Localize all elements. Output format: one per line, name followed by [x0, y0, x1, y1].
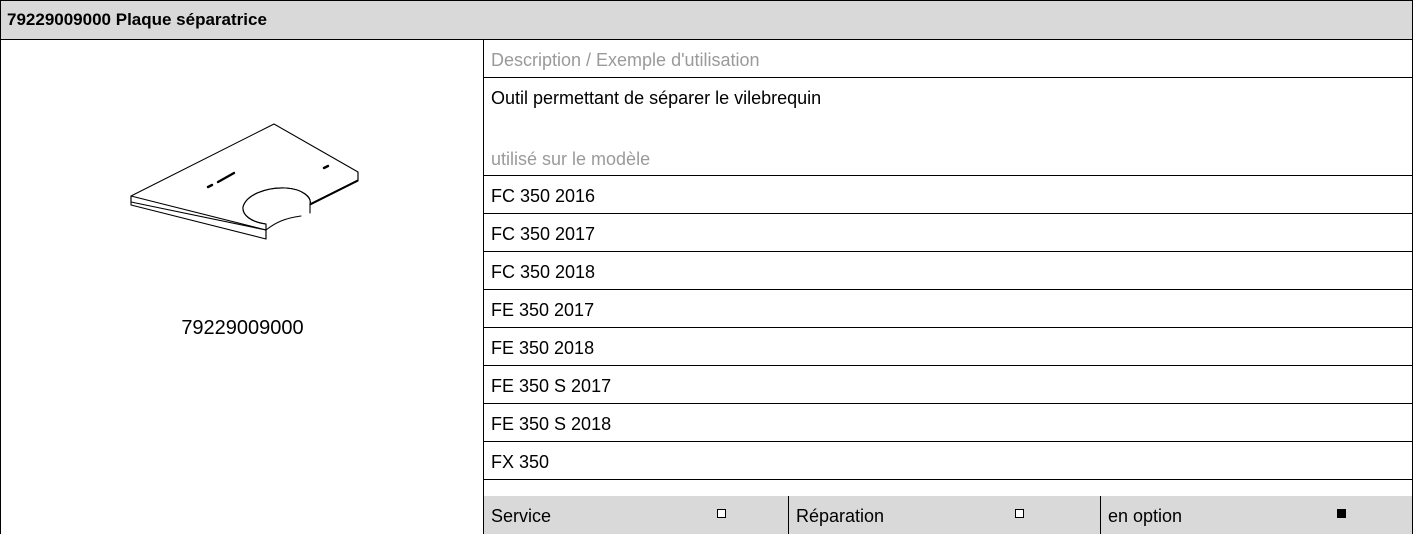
category-service-label: Service — [491, 506, 552, 526]
title-bar: 79229009000 Plaque séparatrice — [1, 0, 1412, 40]
description-heading: Description / Exemple d'utilisation — [491, 50, 760, 70]
category-optional-checkbox — [1337, 509, 1346, 518]
part-number-caption: 79229009000 — [181, 317, 304, 339]
tool-sheet: 79229009000 Plaque séparatrice 792290090… — [0, 0, 1413, 534]
category-optional: en option — [1101, 496, 1412, 534]
model-item: FE 350 2017 — [491, 300, 595, 320]
category-repair: Réparation — [789, 496, 1101, 534]
model-item: FE 350 2018 — [491, 338, 595, 358]
models-heading: utilisé sur le modèle — [491, 149, 651, 169]
model-item: FE 350 S 2017 — [491, 376, 612, 396]
category-service: Service — [484, 496, 789, 534]
model-row: FC 350 2018 — [484, 252, 1412, 290]
category-repair-label: Réparation — [796, 506, 885, 526]
description-text: Outil permettant de séparer le vilebrequ… — [491, 88, 822, 108]
category-service-checkbox — [717, 509, 726, 518]
model-row: FE 350 2017 — [484, 290, 1412, 328]
category-footer: Service Réparation en option — [484, 496, 1412, 534]
page-title: 79229009000 Plaque séparatrice — [7, 10, 267, 29]
model-row: FE 350 2018 — [484, 328, 1412, 366]
model-item: FC 350 2016 — [491, 186, 596, 206]
details-cell: Description / Exemple d'utilisation Outi… — [484, 40, 1412, 534]
separator-plate-icon — [130, 123, 359, 240]
category-optional-label: en option — [1108, 506, 1183, 526]
model-item: FC 350 2017 — [491, 224, 596, 244]
tool-image-cell: 79229009000 — [1, 40, 484, 534]
model-row: FE 350 S 2018 — [484, 404, 1412, 442]
category-repair-checkbox — [1015, 509, 1024, 518]
model-item: FX 350 — [491, 452, 550, 472]
model-row: FC 350 2016 — [484, 176, 1412, 214]
model-item: FE 350 S 2018 — [491, 414, 612, 434]
model-item: FC 350 2018 — [491, 262, 596, 282]
description-text-row: Outil permettant de séparer le vilebrequ… — [484, 78, 1412, 176]
model-row: FE 350 S 2017 — [484, 366, 1412, 404]
description-heading-row: Description / Exemple d'utilisation — [484, 40, 1412, 78]
model-row: FX 350 — [484, 442, 1412, 480]
model-row: FC 350 2017 — [484, 214, 1412, 252]
